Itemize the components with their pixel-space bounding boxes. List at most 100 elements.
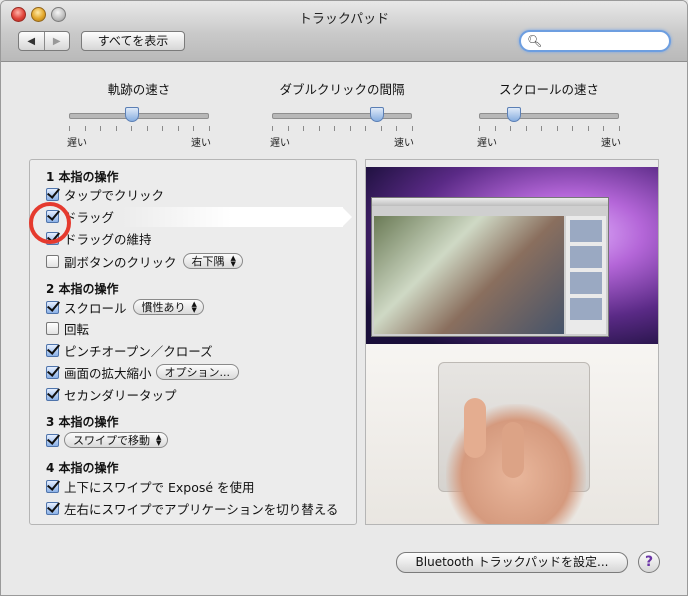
annotation-circle <box>29 202 71 244</box>
scroll-option[interactable]: スクロール 慣性あり ▲ ▼ <box>46 298 204 316</box>
drag-label: ドラッグ <box>64 209 115 225</box>
three-finger-swipe-option[interactable]: スワイプで移動 ▲ ▼ <box>46 431 169 449</box>
zoom-checkbox[interactable] <box>46 365 59 379</box>
secondary-tap-checkbox[interactable] <box>46 387 59 401</box>
slider-min-label: 遅い <box>477 138 497 149</box>
scroll-speed-title: スクロールの速さ <box>498 82 599 97</box>
three-finger-swipe-popup-value: スワイプで移動 <box>73 434 150 447</box>
double-click-title: ダブルクリックの間隔 <box>279 82 405 97</box>
slider-tick <box>572 126 574 131</box>
double-click-slider-group: ダブルクリックの間隔 遅い 速い <box>267 79 417 149</box>
secondary-tap-option[interactable]: セカンダリータップ <box>46 385 177 403</box>
slider-max-label: 速い <box>191 138 211 149</box>
secondary-click-popup[interactable]: 右下隅 ▲ ▼ <box>182 253 243 269</box>
slider-tick <box>272 126 273 131</box>
slider-tick <box>479 126 480 131</box>
rotate-checkbox[interactable] <box>46 321 59 335</box>
finger-image <box>502 422 524 478</box>
scroll-speed-slider-group: スクロールの速さ 遅い 速い <box>474 79 624 149</box>
pinch-checkbox[interactable] <box>46 343 59 357</box>
slider-tick <box>619 126 620 131</box>
finger-image <box>464 398 486 458</box>
one-finger-title: 1 本指の操作 <box>46 170 119 184</box>
tracking-speed-knob[interactable] <box>125 107 139 122</box>
scroll-label: スクロール <box>64 300 127 316</box>
four-finger-title: 4 本指の操作 <box>46 461 119 475</box>
slider-tick <box>541 126 543 131</box>
expose-checkbox[interactable] <box>46 479 59 493</box>
double-click-track[interactable] <box>272 113 412 119</box>
scroll-speed-knob[interactable] <box>507 107 521 122</box>
slider-tick <box>115 126 117 131</box>
three-finger-title: 3 本指の操作 <box>46 415 119 429</box>
back-button[interactable]: ◀ <box>19 32 44 50</box>
scroll-popup-value: 慣性あり <box>141 301 186 314</box>
pinch-label: ピンチオープン／クローズ <box>64 343 213 359</box>
preview-window-toolbar <box>372 198 608 206</box>
scroll-checkbox[interactable] <box>46 300 59 314</box>
nav-buttons: ◀ ▶ <box>18 31 70 51</box>
slider-tick <box>494 126 496 131</box>
updown-arrows-icon: ▲ ▼ <box>191 300 197 314</box>
forward-button[interactable]: ▶ <box>43 32 70 50</box>
secondary-click-label: 副ボタンのクリック <box>64 254 177 270</box>
scroll-speed-track[interactable] <box>479 113 619 119</box>
gesture-preview <box>365 159 659 525</box>
expose-label: 上下にスワイプで Exposé を使用 <box>64 479 255 495</box>
three-finger-swipe-checkbox[interactable] <box>46 433 59 447</box>
slider-tick <box>100 126 102 131</box>
scroll-popup[interactable]: 慣性あり ▲ ▼ <box>132 299 204 315</box>
secondary-click-option[interactable]: 副ボタンのクリック 右下隅 ▲ ▼ <box>46 252 243 270</box>
slider-tick <box>131 126 133 131</box>
secondary-click-checkbox[interactable] <box>46 254 59 268</box>
slider-ticks <box>479 126 620 132</box>
preview-window <box>371 197 609 337</box>
expose-option[interactable]: 上下にスワイプで Exposé を使用 <box>46 477 255 495</box>
zoom-option[interactable]: 画面の拡大縮小 オプション... <box>46 363 240 381</box>
help-button[interactable]: ? <box>638 551 660 573</box>
tap-to-click-checkbox[interactable] <box>46 187 59 201</box>
slider-tick <box>303 126 305 131</box>
slider-ticks <box>69 126 210 132</box>
tap-to-click-option[interactable]: タップでクリック <box>46 185 164 203</box>
rotate-option[interactable]: 回転 <box>46 319 89 337</box>
double-click-knob[interactable] <box>370 107 384 122</box>
window-title: トラックパッド <box>298 12 390 27</box>
slider-tick <box>84 126 86 131</box>
search-icon: 🔍︎ <box>527 34 543 48</box>
slider-min-label: 遅い <box>270 138 290 149</box>
slider-tick <box>318 126 320 131</box>
pinch-option[interactable]: ピンチオープン／クローズ <box>46 341 213 359</box>
show-all-button[interactable]: すべてを表示 <box>81 31 185 51</box>
app-switch-checkbox[interactable] <box>46 501 59 515</box>
app-switch-label: 左右にスワイプでアプリケーションを切り替える <box>64 501 339 517</box>
two-finger-title: 2 本指の操作 <box>46 282 119 296</box>
bluetooth-setup-button[interactable]: Bluetooth トラックパッドを設定... <box>396 552 628 573</box>
slider-tick <box>380 126 382 131</box>
three-finger-swipe-popup[interactable]: スワイプで移動 ▲ ▼ <box>64 432 169 448</box>
updown-arrows-icon: ▲ ▼ <box>156 433 162 447</box>
slider-max-label: 速い <box>601 138 621 149</box>
updown-arrows-icon: ▲ ▼ <box>230 254 236 268</box>
slider-tick <box>146 126 148 131</box>
slider-tick <box>349 126 351 131</box>
preview-thumbnails <box>566 216 606 334</box>
secondary-click-popup-value: 右下隅 <box>191 255 225 268</box>
slider-tick <box>334 126 336 131</box>
slider-min-label: 遅い <box>67 138 87 149</box>
tracking-speed-slider-group: 軌跡の速さ 遅い 速い <box>64 79 214 149</box>
tracking-speed-track[interactable] <box>69 113 209 119</box>
search-field[interactable]: 🔍︎ <box>519 30 671 52</box>
preview-menubar <box>366 160 658 167</box>
slider-tick <box>525 126 527 131</box>
app-switch-option[interactable]: 左右にスワイプでアプリケーションを切り替える <box>46 499 338 517</box>
slider-tick <box>287 126 289 131</box>
slider-tick <box>556 126 558 131</box>
slider-tick <box>587 126 589 131</box>
slider-tick <box>365 126 367 131</box>
slider-ticks <box>272 126 413 132</box>
tracking-speed-title: 軌跡の速さ <box>107 82 171 97</box>
slider-max-label: 速い <box>394 138 414 149</box>
zoom-options-button[interactable]: オプション... <box>155 364 240 380</box>
slider-tick <box>510 126 512 131</box>
